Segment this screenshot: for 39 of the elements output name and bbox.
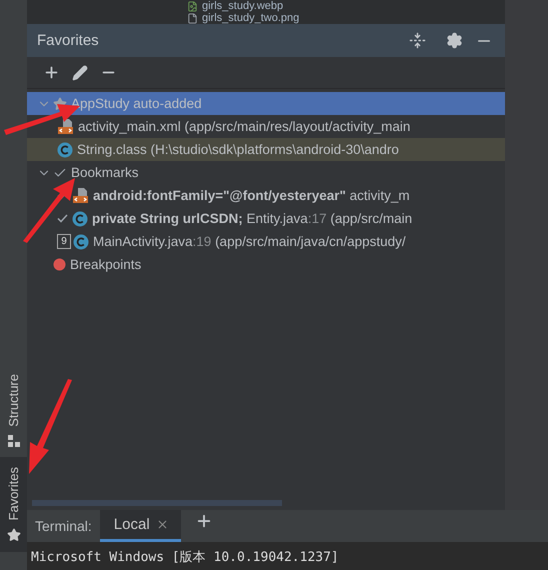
file-name[interactable]: girls_study_two.png bbox=[202, 12, 300, 24]
pencil-icon[interactable] bbox=[70, 62, 90, 82]
file-icon bbox=[187, 12, 198, 24]
xml-file-icon bbox=[57, 118, 74, 135]
item-label: private String urlCSDN; Entity.java:17 (app/src/main bbox=[92, 211, 412, 226]
tree-item[interactable]: private String urlCSDN; Entity.java:17 (app/src/main bbox=[27, 207, 505, 230]
star-icon bbox=[6, 528, 20, 542]
class-file-icon bbox=[73, 234, 89, 250]
tree-item[interactable]: String.class (H:\studio\sdk\platforms\android-30\andro bbox=[27, 138, 505, 161]
file-name[interactable]: girls_study.webp bbox=[202, 0, 284, 12]
scrollbar-thumb[interactable] bbox=[32, 500, 282, 506]
item-label: String.class (H:\studio\sdk\platforms\android-30\andro bbox=[77, 142, 399, 157]
item-label: MainActivity.java:19 (app/src/main/java/cn/appstudy/ bbox=[93, 234, 406, 249]
xml-file-icon bbox=[72, 187, 89, 204]
item-label: Breakpoints bbox=[70, 257, 142, 272]
item-label: AppStudy auto-added bbox=[71, 96, 202, 111]
bookmark-mnemonic: 9 bbox=[57, 234, 71, 249]
item-label: android:fontFamily="@font/yesteryear" activity_m bbox=[93, 188, 410, 203]
collapse-all-icon[interactable] bbox=[407, 30, 428, 51]
structure-icon bbox=[8, 434, 20, 447]
side-tab[interactable]: Structure bbox=[0, 364, 27, 457]
image-file-icon bbox=[187, 0, 198, 12]
terminal-title: Terminal: bbox=[34, 517, 93, 536]
breakpoint-icon bbox=[53, 258, 66, 271]
item-label: activity_main.xml (app/src/main/res/layout/activity_main bbox=[78, 119, 410, 134]
tab-label: Local bbox=[114, 516, 150, 533]
tree-item[interactable]: Breakpoints bbox=[27, 253, 505, 276]
annotation-arrow bbox=[23, 178, 75, 243]
panel-title: Favorites bbox=[37, 32, 100, 49]
class-file-icon bbox=[72, 210, 88, 226]
side-tab[interactable]: Favorites bbox=[0, 456, 27, 552]
close-icon[interactable] bbox=[156, 518, 169, 531]
item-label: Bookmarks bbox=[71, 165, 139, 180]
terminal-tab[interactable]: Local bbox=[100, 510, 181, 542]
tree-item[interactable]: activity_main.xml (app/src/main/res/layout/activity_main bbox=[27, 115, 505, 138]
tree-item[interactable]: android:fontFamily="@font/yesteryear" activity_m bbox=[27, 184, 505, 207]
tree-item[interactable]: 9 MainActivity.java:19 (app/src/main/java/cn/appstudy/ bbox=[27, 230, 505, 253]
tree-item[interactable]: Bookmarks bbox=[27, 161, 505, 184]
class-file-icon bbox=[57, 142, 73, 158]
